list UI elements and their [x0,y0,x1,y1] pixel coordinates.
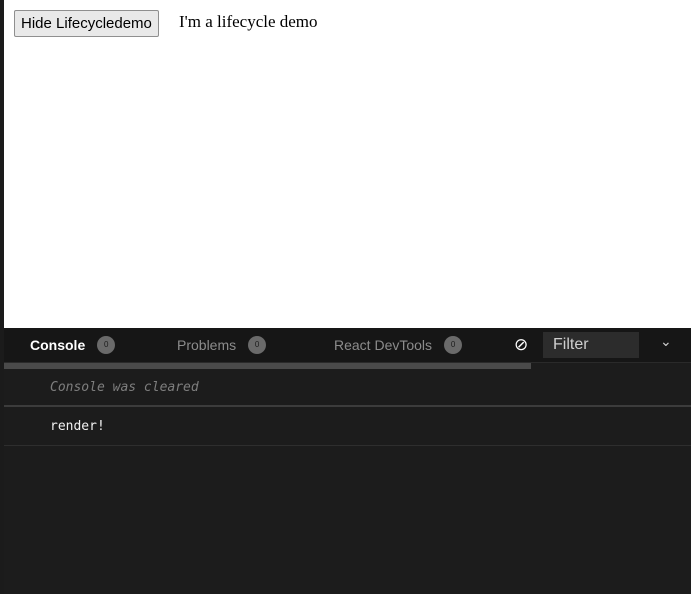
problems-count-badge: 0 [248,336,267,354]
chevron-down-icon[interactable]: ⌄ [660,334,672,350]
filter-input[interactable]: Filter [543,332,639,358]
tab-console[interactable]: Console 0 [30,328,116,362]
horizontal-scrollbar[interactable] [4,363,531,369]
lifecycle-demo-text: I'm a lifecycle demo [179,12,318,31]
preview-pane: Hide Lifecycledemo I'm a lifecycle demo [4,0,691,328]
devtools-panel: Console 0 Problems 0 React DevTools 0 ⊘ … [4,328,691,594]
tab-console-label: Console [30,337,86,353]
hide-lifecycledemo-button[interactable]: Hide Lifecycledemo [14,10,159,37]
tab-react-devtools-label: React DevTools [334,337,433,353]
console-count-badge: 0 [97,336,116,354]
tab-react-devtools[interactable]: React DevTools 0 [334,328,463,362]
tab-problems[interactable]: Problems 0 [177,328,267,362]
console-line: Console was cleared [4,371,691,407]
react-devtools-count-badge: 0 [444,336,463,354]
clear-console-icon[interactable]: ⊘ [514,328,528,362]
devtools-tab-bar: Console 0 Problems 0 React DevTools 0 ⊘ … [4,328,691,363]
tab-problems-label: Problems [177,337,237,353]
console-line: render! [4,409,691,446]
